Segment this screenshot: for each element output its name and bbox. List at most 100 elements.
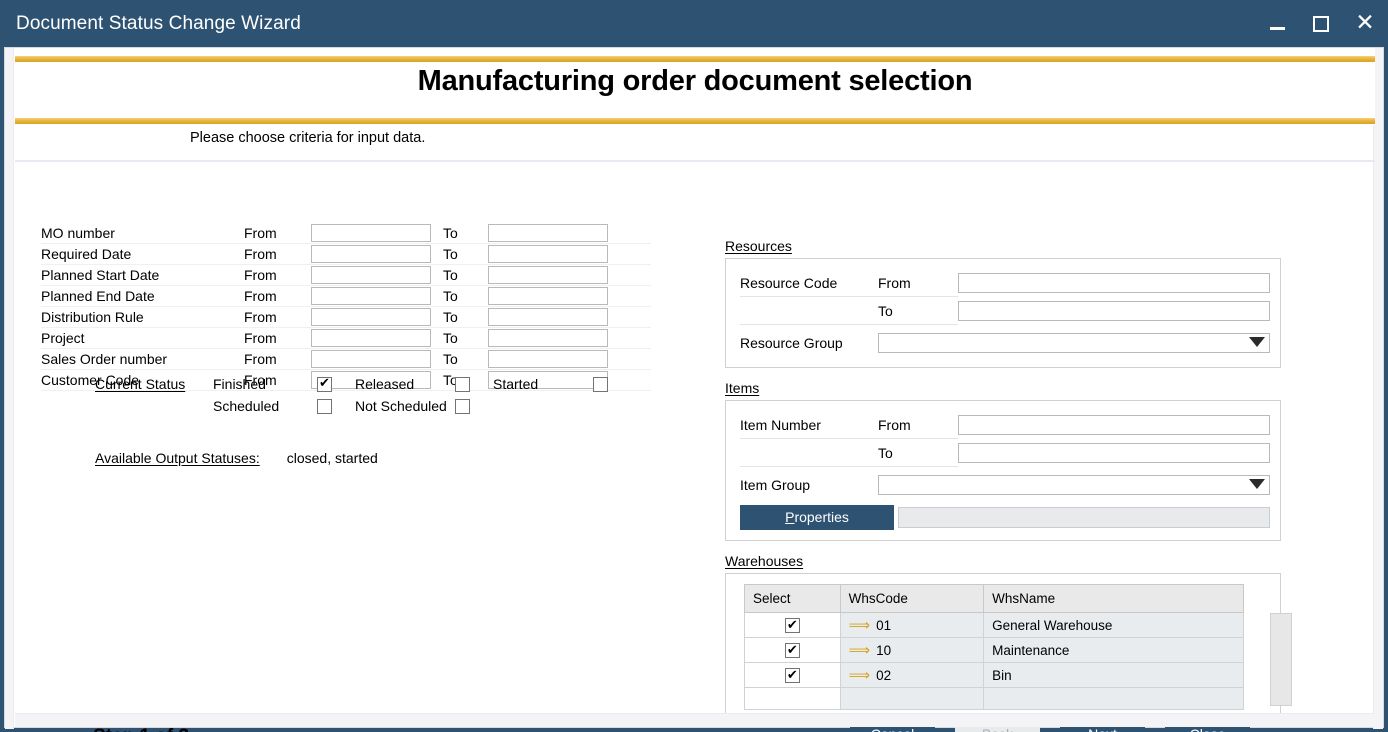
criteria-label: Planned End Date — [41, 288, 244, 304]
table-row[interactable]: ✔ ⟹ 10 Maintenance — [745, 638, 1244, 663]
distribution-rule-from-input[interactable] — [311, 308, 431, 326]
check-mark-icon: ✔ — [787, 669, 798, 682]
checkbox-started[interactable] — [593, 377, 608, 392]
project-from-input[interactable] — [311, 329, 431, 347]
sales-order-number-to-input[interactable] — [488, 350, 608, 368]
resource-group-label: Resource Group — [740, 329, 878, 357]
window-title: Document Status Change Wizard — [0, 13, 301, 35]
to-label: To — [431, 267, 488, 283]
page-frame: Manufacturing order document selection P… — [0, 47, 1388, 732]
resource-code-spacer — [740, 297, 878, 325]
to-label: To — [431, 288, 488, 304]
to-label: To — [431, 246, 488, 262]
row-code-cell: ⟹01 — [840, 613, 983, 638]
current-status-section: Current Status Finished ✔ Released Start… — [95, 373, 608, 417]
available-statuses-label: Available Output Statuses: — [95, 450, 260, 466]
criteria-row: Required Date From To — [41, 244, 651, 265]
grid-vertical-scrollbar[interactable] — [1270, 613, 1292, 706]
from-label: From — [244, 309, 311, 325]
item-number-from-input[interactable] — [958, 415, 1270, 435]
properties-label-rest: roperties — [794, 509, 848, 525]
wizard-window: Document Status Change Wizard ✕ Manufact… — [0, 0, 1388, 732]
planned-start-date-to-input[interactable] — [488, 266, 608, 284]
minimize-button[interactable] — [1264, 11, 1290, 37]
row-select-cell[interactable]: ✔ — [745, 663, 841, 688]
planned-start-date-from-input[interactable] — [311, 266, 431, 284]
checkbox-scheduled[interactable] — [317, 399, 332, 414]
warehouses-table: Select WhsCode WhsName ✔ ⟹01 General War… — [744, 584, 1244, 710]
item-group-dropdown[interactable] — [878, 475, 1270, 495]
status-label-scheduled: Scheduled — [213, 398, 317, 414]
item-group-row: Item Group — [740, 471, 1270, 499]
checkbox-released[interactable] — [455, 377, 470, 392]
criteria-row: Sales Order number From To — [41, 349, 651, 370]
planned-end-date-from-input[interactable] — [311, 287, 431, 305]
checkbox-warehouse-02[interactable]: ✔ — [785, 668, 800, 683]
row-select-cell[interactable] — [745, 688, 841, 710]
item-group-label: Item Group — [740, 471, 878, 499]
from-label: From — [244, 288, 311, 304]
items-panel: Item Number From To Item Group — [725, 400, 1281, 541]
table-row[interactable]: ✔ ⟹02 Bin — [745, 663, 1244, 688]
item-group-value — [878, 475, 1270, 495]
checkbox-finished[interactable]: ✔ — [317, 377, 332, 392]
mo-number-to-input[interactable] — [488, 224, 608, 242]
item-to-label: To — [878, 439, 958, 467]
status-grid: Current Status Finished ✔ Released Start… — [95, 373, 608, 417]
mo-number-from-input[interactable] — [311, 224, 431, 242]
row-select-cell[interactable]: ✔ — [745, 613, 841, 638]
from-label: From — [244, 351, 311, 367]
criteria-label: Required Date — [41, 246, 244, 262]
resource-group-dropdown[interactable] — [878, 333, 1270, 353]
row-code-value: 01 — [876, 618, 891, 633]
criteria-form: MO number From To Required Date From To … — [41, 223, 651, 391]
page-inner: Manufacturing order document selection P… — [4, 47, 1384, 728]
checkbox-not-scheduled[interactable] — [455, 399, 470, 414]
row-select-cell[interactable]: ✔ — [745, 638, 841, 663]
properties-button[interactable]: Properties — [740, 505, 894, 530]
available-output-statuses: Available Output Statuses: closed, start… — [95, 450, 378, 466]
warehouses-section-label: Warehouses — [725, 553, 803, 569]
resource-code-from-input[interactable] — [958, 273, 1270, 293]
planned-end-date-to-input[interactable] — [488, 287, 608, 305]
checkbox-warehouse-01[interactable]: ✔ — [785, 618, 800, 633]
criteria-label: Distribution Rule — [41, 309, 244, 325]
row-code-cell: ⟹ 02 — [840, 663, 983, 688]
criteria-label: Sales Order number — [41, 351, 244, 367]
subtitle-divider — [15, 160, 1375, 162]
chevron-down-icon — [1249, 337, 1265, 347]
checkbox-warehouse-10[interactable]: ✔ — [785, 643, 800, 658]
status-label-not-scheduled: Not Scheduled — [355, 398, 455, 414]
required-date-to-input[interactable] — [488, 245, 608, 263]
table-row-empty[interactable] — [745, 688, 1244, 710]
available-statuses-value: closed, started — [260, 450, 378, 466]
sales-order-number-from-input[interactable] — [311, 350, 431, 368]
criteria-row: MO number From To — [41, 223, 651, 244]
status-row-1: Current Status Finished ✔ Released Start… — [95, 373, 608, 395]
check-mark-icon: ✔ — [787, 644, 798, 657]
from-label: From — [244, 330, 311, 346]
status-label-finished: Finished — [213, 376, 317, 392]
distribution-rule-to-input[interactable] — [488, 308, 608, 326]
required-date-from-input[interactable] — [311, 245, 431, 263]
properties-value-field[interactable] — [898, 507, 1270, 528]
to-label: To — [431, 225, 488, 241]
maximize-button[interactable] — [1308, 11, 1334, 37]
resource-code-to-input[interactable] — [958, 301, 1270, 321]
item-number-to-input[interactable] — [958, 443, 1270, 463]
row-name-cell: Maintenance — [984, 638, 1244, 663]
arrow-right-icon: ⟹ — [849, 666, 871, 684]
header-band: Manufacturing order document selection — [15, 48, 1375, 125]
criteria-label: Planned Start Date — [41, 267, 244, 283]
close-button[interactable]: ✕ — [1352, 11, 1378, 37]
row-code-value: 02 — [876, 668, 891, 683]
check-mark-icon: ✔ — [319, 377, 330, 390]
row-code-value: 10 — [876, 643, 891, 658]
close-icon: ✕ — [1355, 12, 1374, 35]
table-row[interactable]: ✔ ⟹01 General Warehouse — [745, 613, 1244, 638]
project-to-input[interactable] — [488, 329, 608, 347]
arrow-right-icon: ⟹ — [849, 641, 871, 659]
from-label: From — [244, 225, 311, 241]
maximize-icon — [1313, 16, 1329, 32]
right-gutter — [1373, 48, 1383, 729]
